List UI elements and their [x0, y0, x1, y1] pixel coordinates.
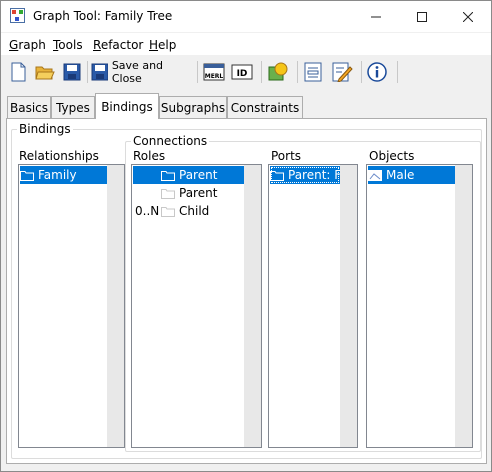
objects-list[interactable]: Male [366, 164, 473, 448]
save-disk-icon [91, 63, 108, 81]
minimize-button[interactable] [353, 1, 399, 32]
maximize-icon [417, 11, 427, 22]
objects-scrollbar[interactable] [455, 165, 472, 447]
properties-button[interactable] [303, 60, 327, 84]
tab-constraints[interactable]: Constraints [227, 96, 303, 118]
toolbar-separator [87, 61, 88, 83]
open-folder-icon [35, 66, 55, 80]
toolbar: Save and Close MERL ID [1, 56, 491, 88]
maximize-button[interactable] [399, 1, 445, 32]
menu-graph[interactable]: Graph [9, 38, 46, 52]
list-item[interactable]: Parent: F... [270, 166, 340, 184]
list-item[interactable]: Family [20, 166, 107, 184]
roles-list[interactable]: Parent Parent 0..N Child [131, 164, 262, 448]
menu-bar: Graph Tools Refactor Help [1, 33, 491, 55]
bindings-group-label: Bindings [17, 122, 73, 136]
app-icon [10, 8, 25, 23]
tab-subgraphs[interactable]: Subgraphs [159, 96, 227, 118]
tab-strip: Basics Types Bindings Subgraphs Constrai… [1, 93, 491, 119]
svg-text:ID: ID [237, 69, 248, 79]
minimize-icon [371, 16, 381, 17]
list-item[interactable]: Male [368, 166, 455, 184]
menu-help[interactable]: Help [149, 38, 176, 52]
connections-group-label: Connections [131, 134, 210, 148]
relationships-scrollbar[interactable] [107, 165, 124, 447]
id-button[interactable]: ID [231, 60, 255, 84]
new-button[interactable] [9, 60, 31, 84]
svg-text:MERL: MERL [205, 73, 224, 80]
objects-label: Objects [369, 149, 415, 163]
merl-button[interactable]: MERL [203, 60, 227, 84]
folder-icon [20, 170, 34, 181]
ports-label: Ports [271, 149, 302, 163]
ports-scrollbar[interactable] [340, 165, 357, 447]
toolbar-separator [361, 61, 362, 83]
tab-bindings[interactable]: Bindings [95, 93, 159, 119]
window-title: Graph Tool: Family Tree [33, 9, 173, 23]
bindings-panel: Bindings Relationships Family Connection… [6, 118, 487, 464]
close-button[interactable] [445, 1, 491, 32]
tab-basics[interactable]: Basics [7, 96, 51, 118]
new-document-icon [11, 62, 26, 82]
open-button[interactable] [35, 60, 57, 84]
toolbar-separator [397, 61, 398, 83]
menu-refactor[interactable]: Refactor [93, 38, 143, 52]
edit-button[interactable] [331, 60, 355, 84]
folder-icon [161, 170, 175, 181]
save-disk-icon [63, 63, 81, 81]
info-button[interactable] [367, 60, 391, 84]
list-item[interactable]: Parent [133, 184, 244, 202]
save-button[interactable] [63, 60, 83, 84]
title-bar: Graph Tool: Family Tree [1, 1, 491, 32]
graph-tool-window: Graph Tool: Family Tree Graph Tools Refa… [0, 0, 492, 472]
properties-form-icon [304, 62, 322, 82]
relationships-label: Relationships [19, 149, 99, 163]
id-icon: ID [231, 64, 253, 80]
toolbar-separator [197, 61, 198, 83]
object-icon [368, 170, 382, 181]
folder-icon [161, 188, 175, 199]
relationships-list[interactable]: Family [18, 164, 125, 448]
info-icon [367, 62, 387, 82]
symbol-button[interactable] [267, 60, 291, 84]
symbol-shapes-icon [268, 62, 288, 81]
save-and-close-button[interactable]: Save and Close [91, 59, 191, 85]
folder-icon [161, 206, 175, 217]
save-and-close-label: Save and Close [111, 59, 164, 85]
folder-icon [270, 170, 284, 181]
tab-types[interactable]: Types [51, 96, 95, 118]
toolbar-separator [297, 61, 298, 83]
list-item[interactable]: 0..N Child [133, 202, 244, 220]
roles-label: Roles [133, 149, 166, 163]
merl-editor-icon: MERL [203, 63, 225, 81]
menu-tools[interactable]: Tools [53, 38, 83, 52]
list-item[interactable]: Parent [133, 166, 244, 184]
edit-pencil-icon [332, 62, 353, 82]
toolbar-separator [261, 61, 262, 83]
close-icon [463, 11, 473, 22]
roles-scrollbar[interactable] [244, 165, 261, 447]
ports-list[interactable]: Parent: F... [268, 164, 358, 448]
